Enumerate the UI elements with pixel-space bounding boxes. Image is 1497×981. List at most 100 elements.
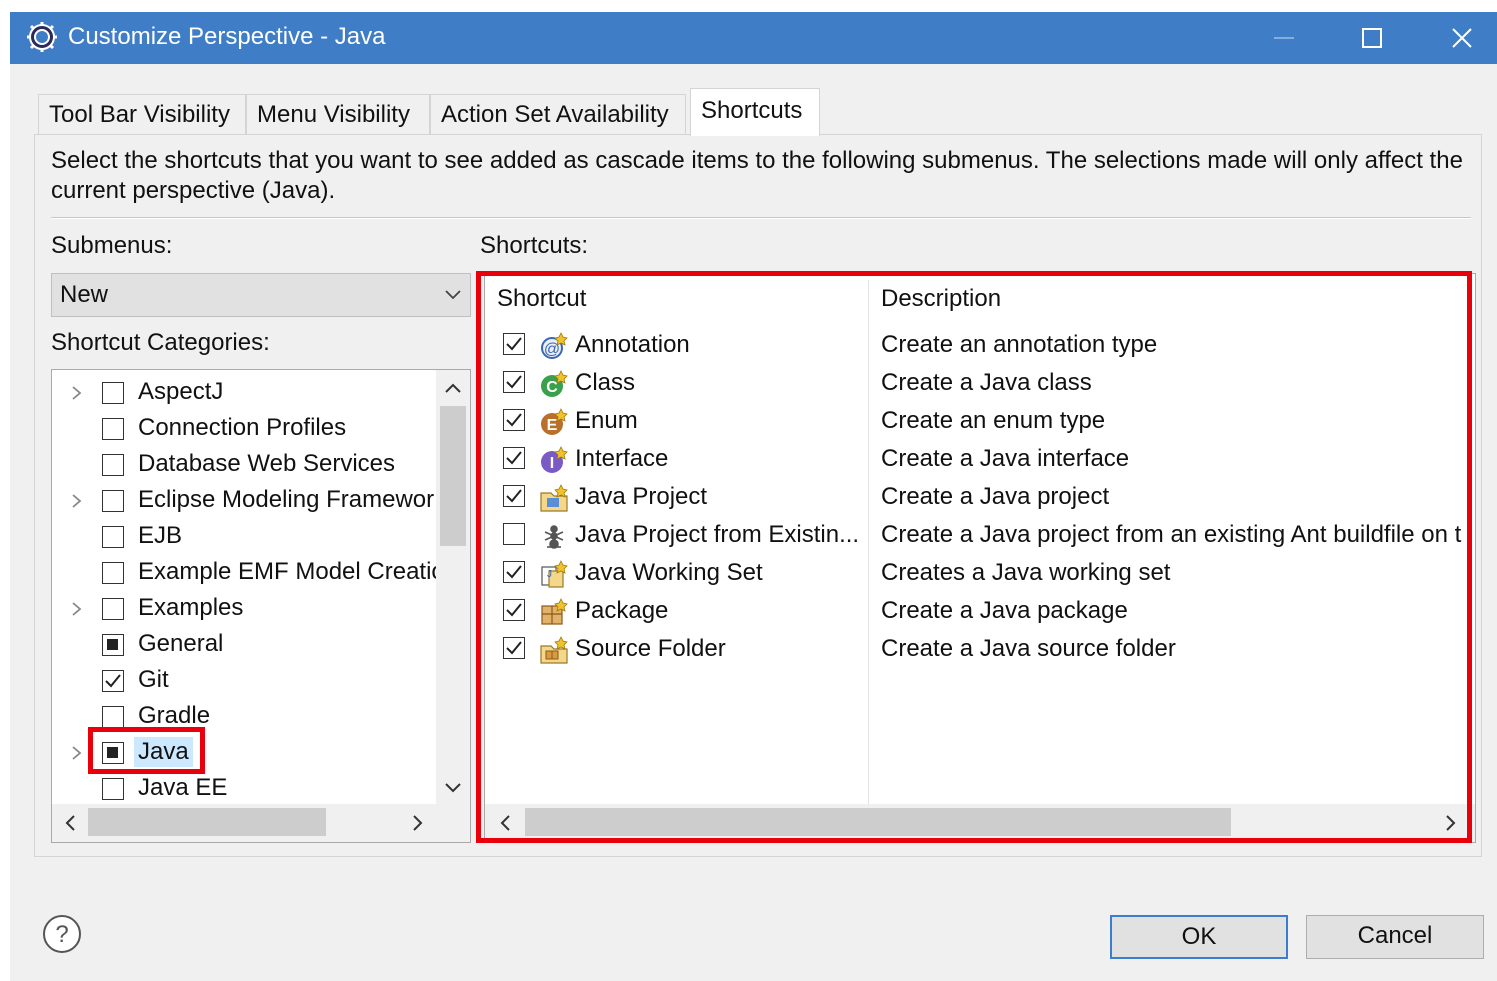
column-header-shortcut[interactable]: Shortcut xyxy=(497,284,586,314)
category-row-git[interactable]: Git xyxy=(52,662,436,698)
scroll-up-icon[interactable] xyxy=(444,380,462,396)
category-checkbox[interactable] xyxy=(102,742,124,764)
svg-text:?: ? xyxy=(55,921,68,948)
maximize-icon xyxy=(1362,28,1382,48)
shortcut-name: Source Folder xyxy=(575,635,726,662)
chevron-right-icon[interactable] xyxy=(70,492,84,510)
cancel-button[interactable]: Cancel xyxy=(1306,915,1484,959)
category-checkbox[interactable] xyxy=(102,454,124,476)
scroll-left-icon[interactable] xyxy=(62,814,78,832)
java-project-icon xyxy=(540,484,568,512)
categories-horizontal-scrollbar[interactable] xyxy=(52,804,470,842)
shortcut-row-java-project-from-existin[interactable]: Java Project from Existin... Create a Jav… xyxy=(485,516,1475,554)
category-row-general[interactable]: General xyxy=(52,626,436,662)
tab-action-set-availability[interactable]: Action Set Availability xyxy=(430,94,686,134)
minimize-button[interactable] xyxy=(1242,12,1326,64)
chevron-right-icon[interactable] xyxy=(70,600,84,618)
checkmark-icon xyxy=(506,489,522,503)
category-row-example-emf-model-creatio[interactable]: Example EMF Model Creatio xyxy=(52,554,445,590)
category-checkbox[interactable] xyxy=(102,778,124,800)
categories-vertical-scroll-thumb[interactable] xyxy=(440,406,466,546)
tab-shortcuts[interactable]: Shortcuts xyxy=(690,88,820,136)
shortcut-description: Create a Java source folder xyxy=(881,635,1176,662)
close-button[interactable] xyxy=(1420,12,1497,64)
category-checkbox[interactable] xyxy=(102,670,124,692)
shortcut-row-package[interactable]: Package Create a Java package xyxy=(485,592,1475,630)
chevron-right-icon[interactable] xyxy=(70,384,84,402)
category-row-eclipse-modeling-framewor[interactable]: Eclipse Modeling Framewor xyxy=(52,482,436,518)
scroll-right-icon[interactable] xyxy=(1443,814,1459,832)
shortcut-checkbox[interactable] xyxy=(503,485,525,507)
category-label: Git xyxy=(138,666,169,693)
shortcut-row-source-folder[interactable]: Source Folder Create a Java source folder xyxy=(485,630,1475,668)
category-checkbox[interactable] xyxy=(102,706,124,728)
category-checkbox[interactable] xyxy=(102,490,124,512)
close-icon xyxy=(1452,28,1472,48)
categories-vertical-scrollbar[interactable] xyxy=(436,370,470,804)
category-checkbox[interactable] xyxy=(102,418,124,440)
shortcuts-horizontal-scroll-thumb[interactable] xyxy=(525,808,1231,836)
tab-tool-bar-visibility[interactable]: Tool Bar Visibility xyxy=(38,94,246,134)
category-label: Gradle xyxy=(138,702,211,729)
shortcut-row-java-working-set[interactable]: J Java Working Set Creates a Java working … xyxy=(485,554,1475,592)
category-row-aspectj[interactable]: AspectJ xyxy=(52,374,436,410)
svg-text:I: I xyxy=(550,455,554,472)
shortcut-row-enum[interactable]: E Enum Create an enum type xyxy=(485,402,1475,440)
shortcut-description: Create a Java project xyxy=(881,483,1110,510)
shortcut-name: Enum xyxy=(575,407,638,434)
shortcut-categories-tree[interactable]: AspectJ Connection Profiles Database Web S… xyxy=(51,369,471,843)
shortcut-row-class[interactable]: C Class Create a Java class xyxy=(485,364,1475,402)
shortcut-name: Java Working Set xyxy=(575,559,763,586)
tab-menu-visibility[interactable]: Menu Visibility xyxy=(246,94,430,134)
minimize-icon xyxy=(1274,37,1294,39)
class-icon: C xyxy=(541,370,568,397)
svg-text:C: C xyxy=(546,379,558,396)
checkmark-icon xyxy=(506,375,522,389)
shortcut-row-annotation[interactable]: @ Annotation Create an annotation type xyxy=(485,326,1475,364)
submenus-dropdown[interactable]: New xyxy=(51,273,471,317)
shortcut-checkbox[interactable] xyxy=(503,599,525,621)
customize-perspective-dialog: Customize Perspective - Java Tool Bar Vi… xyxy=(10,12,1497,981)
category-row-examples[interactable]: Examples xyxy=(52,590,436,626)
scroll-left-icon[interactable] xyxy=(497,814,513,832)
ok-button[interactable]: OK xyxy=(1110,915,1288,959)
shortcut-description: Creates a Java working set xyxy=(881,559,1171,586)
help-icon[interactable]: ? xyxy=(42,914,82,954)
category-row-java[interactable]: Java xyxy=(52,734,436,770)
chevron-right-icon[interactable] xyxy=(70,744,84,762)
maximize-button[interactable] xyxy=(1330,12,1414,64)
shortcut-row-interface[interactable]: I Interface Create a Java interface xyxy=(485,440,1475,478)
category-row-database-web-services[interactable]: Database Web Services xyxy=(52,446,436,482)
shortcut-checkbox[interactable] xyxy=(503,333,525,355)
category-row-ejb[interactable]: EJB xyxy=(52,518,436,554)
category-row-gradle[interactable]: Gradle xyxy=(52,698,436,734)
categories-horizontal-scroll-thumb[interactable] xyxy=(88,808,326,836)
shortcut-checkbox[interactable] xyxy=(503,409,525,431)
shortcut-checkbox[interactable] xyxy=(503,561,525,583)
shortcut-name: Annotation xyxy=(575,331,690,358)
column-header-description[interactable]: Description xyxy=(881,284,1001,314)
category-label: Connection Profiles xyxy=(138,414,347,441)
scroll-down-icon[interactable] xyxy=(444,780,462,796)
shortcuts-table[interactable]: Shortcut Description @ Annotation Create a… xyxy=(484,273,1476,843)
category-checkbox[interactable] xyxy=(102,382,124,404)
shortcut-description: Create a Java package xyxy=(881,597,1128,624)
category-checkbox[interactable] xyxy=(102,634,124,656)
category-checkbox[interactable] xyxy=(102,526,124,548)
shortcut-checkbox[interactable] xyxy=(503,447,525,469)
category-label: Example EMF Model Creatio xyxy=(138,558,445,585)
scroll-right-icon[interactable] xyxy=(410,814,426,832)
category-row-java-ee[interactable]: Java EE xyxy=(52,770,436,806)
shortcut-description: Create a Java interface xyxy=(881,445,1130,472)
shortcut-checkbox[interactable] xyxy=(503,637,525,659)
category-row-connection-profiles[interactable]: Connection Profiles xyxy=(52,410,436,446)
shortcut-description: Create an enum type xyxy=(881,407,1106,434)
checkmark-icon xyxy=(506,565,522,579)
category-checkbox[interactable] xyxy=(102,562,124,584)
category-checkbox[interactable] xyxy=(102,598,124,620)
category-label: Eclipse Modeling Framewor xyxy=(138,486,435,513)
shortcuts-horizontal-scrollbar[interactable] xyxy=(485,804,1475,842)
shortcut-checkbox[interactable] xyxy=(503,371,525,393)
shortcut-checkbox[interactable] xyxy=(503,523,525,545)
shortcut-row-java-project[interactable]: Java Project Create a Java project xyxy=(485,478,1475,516)
